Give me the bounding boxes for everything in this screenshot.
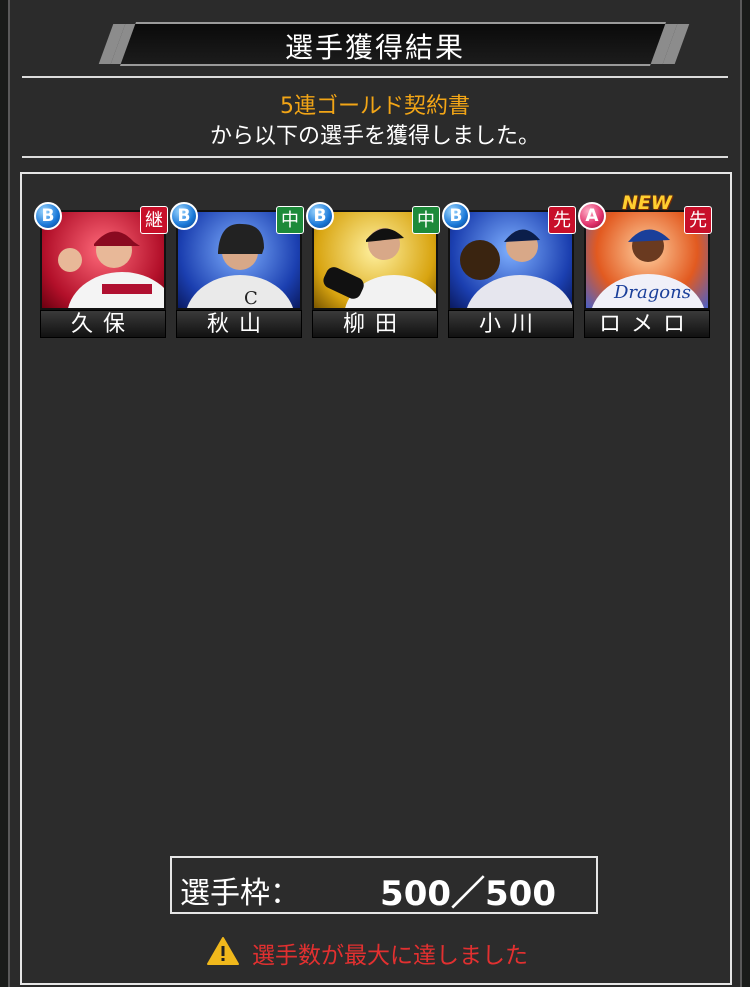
svg-text:Dragons: Dragons <box>613 282 691 303</box>
position-badge: 中 <box>276 206 304 234</box>
result-description: から以下の選手を獲得しました。 <box>209 124 540 149</box>
rank-badge-icon: B <box>306 202 334 230</box>
warning-triangle-icon <box>207 937 239 965</box>
player-name: 小川 <box>448 310 574 338</box>
position-badge: 中 <box>412 206 440 234</box>
player-name: 久保 <box>40 310 166 338</box>
player-card[interactable]: 久保 B 継 <box>34 202 168 338</box>
player-card[interactable]: Dragons ロメロ A 先 NEW <box>578 192 712 338</box>
player-cards: 久保 B 継 C 秋山 B 中 柳田 B 中 小川 B 先 Dragons ロメ… <box>30 192 730 344</box>
svg-text:C: C <box>244 288 258 309</box>
rank-badge-icon: B <box>170 202 198 230</box>
result-dialog: 選手獲得結果 5連ゴールド契約書 から以下の選手を獲得しました。 久保 B 継 <box>8 0 742 987</box>
player-name: ロメロ <box>584 310 710 338</box>
slots-label: 選手枠： <box>180 876 300 911</box>
player-slots-box: 選手枠： 500／500 <box>170 856 598 914</box>
position-badge: 先 <box>548 206 576 234</box>
player-card[interactable]: 小川 B 先 <box>442 202 576 338</box>
page-title: 選手獲得結果 <box>284 31 465 64</box>
divider <box>22 76 728 78</box>
rank-badge-icon: B <box>34 202 62 230</box>
player-card[interactable]: C 秋山 B 中 <box>170 202 304 338</box>
warning-text: 選手数が最大に達しました <box>252 943 528 969</box>
new-badge: NEW <box>622 192 672 214</box>
slots-value: 500／500 <box>380 874 556 914</box>
position-badge: 先 <box>684 206 712 234</box>
title-bar: 選手獲得結果 <box>10 22 740 68</box>
rank-badge-icon: A <box>578 202 606 230</box>
rank-badge-icon: B <box>442 202 470 230</box>
item-name: 5連ゴールド契約書 <box>280 94 470 119</box>
divider <box>22 156 728 158</box>
player-name: 秋山 <box>176 310 302 338</box>
player-name: 柳田 <box>312 310 438 338</box>
position-badge: 継 <box>140 206 168 234</box>
player-card[interactable]: 柳田 B 中 <box>306 202 440 338</box>
